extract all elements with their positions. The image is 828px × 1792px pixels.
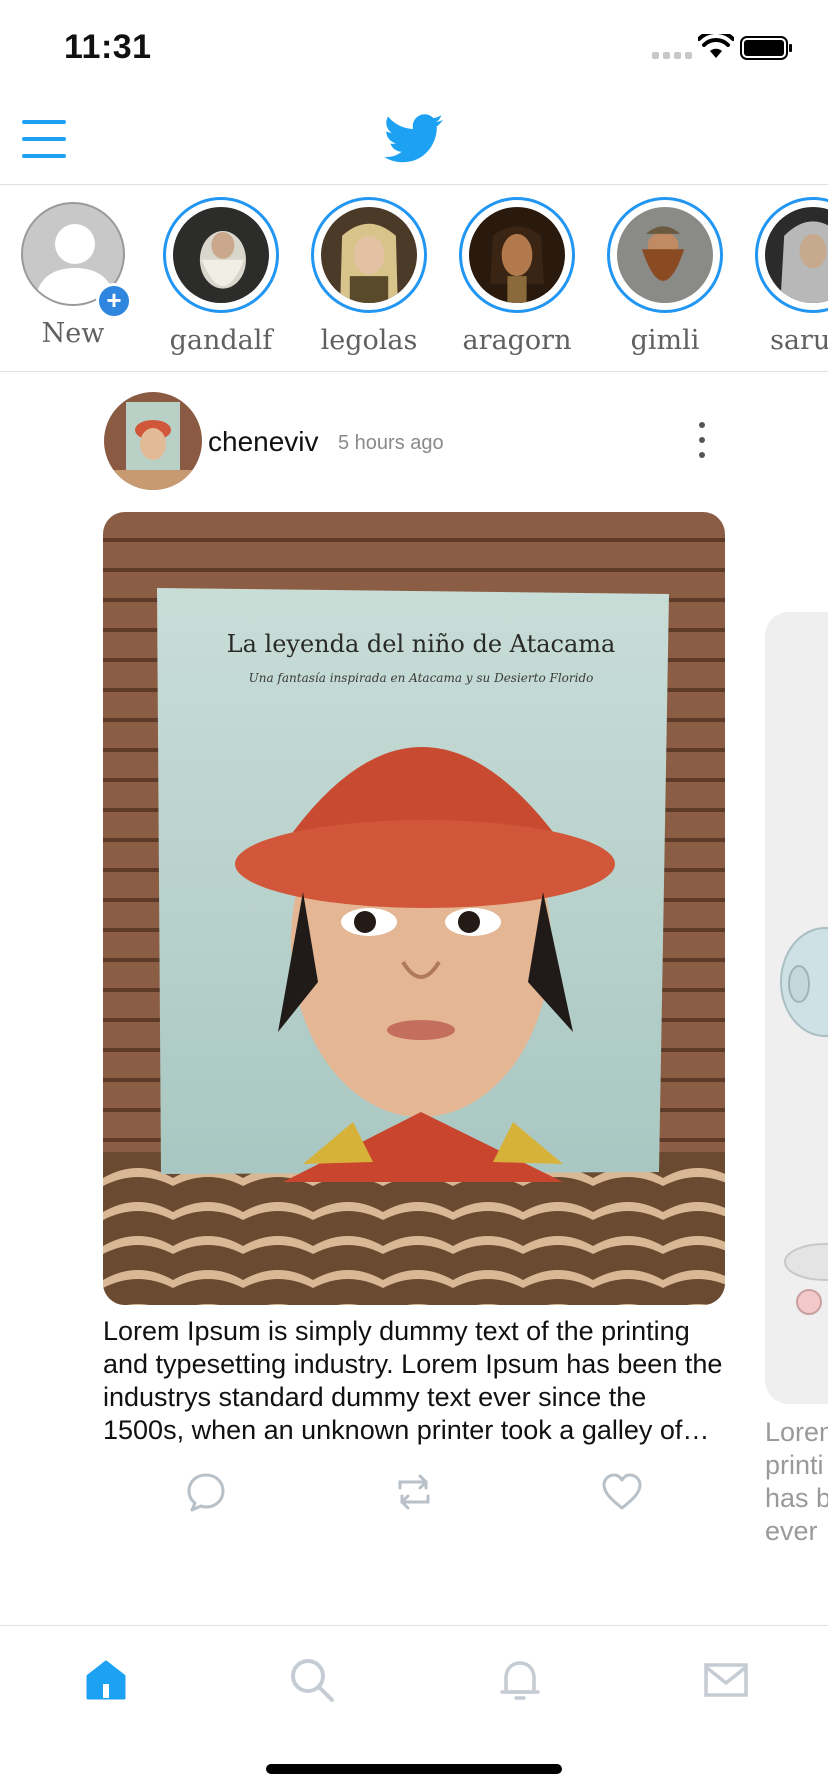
more-options-icon[interactable]	[692, 422, 712, 462]
notifications-icon[interactable]	[496, 1656, 544, 1704]
post-image[interactable]: La leyenda del niño de Atacama Una fanta…	[103, 512, 725, 1305]
avatar	[617, 207, 713, 303]
status-bar: 11:31	[0, 0, 828, 94]
story-label: New	[41, 318, 105, 349]
avatar	[173, 207, 269, 303]
wifi-icon	[698, 34, 734, 58]
next-post-text: Lorem printi has b ever	[765, 1416, 828, 1548]
post-timestamp: 5 hours ago	[338, 432, 444, 454]
next-post-text-line: ever	[765, 1516, 818, 1546]
home-indicator[interactable]	[266, 1764, 562, 1774]
battery-icon	[740, 36, 792, 60]
post-username[interactable]: cheneviv	[208, 426, 319, 458]
top-nav-bar	[0, 94, 828, 185]
next-post-image[interactable]	[765, 612, 828, 1404]
twitter-bird-icon	[384, 114, 443, 163]
messages-icon[interactable]	[702, 1656, 750, 1704]
story-label: gandalf	[169, 325, 273, 356]
book-subtitle: Una fantasía inspirada en Atacama y su D…	[249, 671, 594, 685]
post-action-bar	[0, 1470, 828, 1520]
add-story-icon[interactable]: +	[96, 283, 132, 319]
story-gimli[interactable]: gimli	[600, 197, 730, 356]
story-label: legolas	[320, 325, 418, 356]
story-gandalf[interactable]: gandalf	[156, 197, 286, 356]
avatar	[321, 207, 417, 303]
home-icon[interactable]	[82, 1656, 130, 1704]
story-label: aragorn	[462, 325, 572, 356]
comment-icon[interactable]	[184, 1470, 228, 1514]
story-aragorn[interactable]: aragorn	[452, 197, 582, 356]
avatar	[469, 207, 565, 303]
next-post-text-line: Lorem	[765, 1417, 828, 1447]
post-text: Lorem Ipsum is simply dummy text of the …	[103, 1316, 723, 1445]
bottom-tab-bar	[0, 1625, 828, 1736]
cellular-signal-icon	[652, 52, 692, 59]
search-icon[interactable]	[288, 1656, 336, 1704]
story-legolas[interactable]: legolas	[304, 197, 434, 356]
post-header: cheneviv 5 hours ago	[104, 392, 724, 492]
avatar[interactable]	[104, 392, 202, 490]
story-sarum[interactable]: sarum	[748, 197, 828, 356]
next-post-text-line: has b	[765, 1483, 828, 1513]
story-label: gimli	[630, 325, 700, 356]
retweet-icon[interactable]	[392, 1470, 436, 1514]
like-icon[interactable]	[600, 1470, 644, 1514]
story-new[interactable]: + New	[8, 197, 138, 349]
avatar	[765, 207, 828, 303]
story-label: sarum	[770, 325, 828, 356]
status-time: 11:31	[64, 28, 152, 66]
hamburger-menu-icon[interactable]	[22, 120, 66, 160]
stories-row: + New gandalf legolas aragorn gimli saru…	[0, 185, 828, 372]
book-title: La leyenda del niño de Atacama	[227, 630, 616, 658]
next-post-text-line: printi	[765, 1450, 824, 1480]
